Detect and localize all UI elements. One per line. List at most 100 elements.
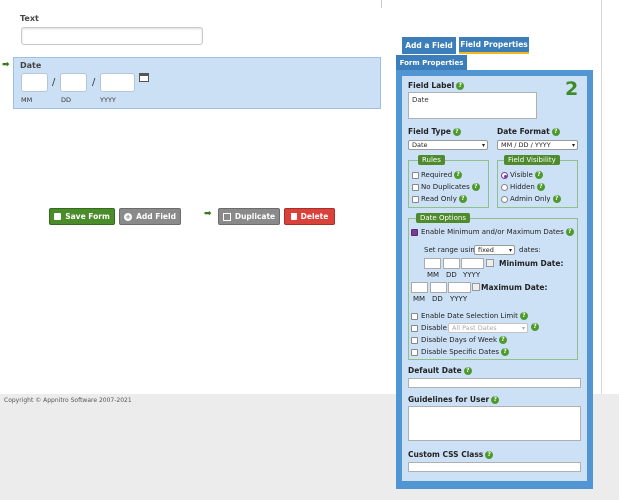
max-mm-input[interactable] xyxy=(411,282,428,293)
add-field-button[interactable]: + Add Field xyxy=(119,208,181,225)
disable-label: Disable xyxy=(421,324,447,332)
help-icon[interactable]: ? xyxy=(454,171,463,179)
enable-limit-checkbox[interactable] xyxy=(411,313,418,320)
duplicate-button[interactable]: Duplicate xyxy=(218,208,280,225)
add-field-label: Add Field xyxy=(136,212,176,221)
field-label-textarea[interactable]: Date xyxy=(408,92,537,119)
chevron-down-icon: ▾ xyxy=(508,247,512,254)
help-icon[interactable]: ? xyxy=(485,451,494,459)
plus-icon: + xyxy=(124,212,133,221)
field-type-title: Field Type? xyxy=(408,127,461,136)
selected-arrow-icon: ➡ xyxy=(2,60,10,70)
no-duplicates-checkbox[interactable] xyxy=(412,184,419,191)
date-mm-input[interactable] xyxy=(21,73,48,92)
default-date-title: Default Date? xyxy=(408,366,472,375)
disable-days-label: Disable Days of Week? xyxy=(421,336,508,344)
help-icon[interactable]: ? xyxy=(463,367,472,375)
rules-legend: Rules xyxy=(418,155,445,165)
tab-field-properties[interactable]: Field Properties xyxy=(459,37,529,54)
visible-radio[interactable] xyxy=(501,172,508,179)
enable-minmax-checkbox[interactable] xyxy=(411,229,418,236)
delete-label: Delete xyxy=(300,212,329,221)
help-icon[interactable]: ? xyxy=(531,323,539,331)
tab-form-properties[interactable]: Form Properties xyxy=(396,55,467,70)
css-class-input[interactable] xyxy=(408,462,581,472)
field-type-select[interactable]: Date ▾ xyxy=(408,140,488,150)
date-field-label: Date xyxy=(20,61,42,70)
hidden-radio[interactable] xyxy=(501,184,508,191)
max-date-label: Maximum Date: xyxy=(481,283,548,292)
read-only-label: Read Only? xyxy=(421,195,467,203)
max-dd-sublabel: DD xyxy=(432,295,443,303)
text-field-input[interactable] xyxy=(21,27,203,45)
visibility-legend: Field Visibility xyxy=(504,155,560,165)
range-suffix: dates: xyxy=(519,246,541,254)
disable-days-checkbox[interactable] xyxy=(411,337,418,344)
read-only-checkbox[interactable] xyxy=(412,196,419,203)
max-yyyy-sublabel: YYYY xyxy=(450,295,468,303)
chevron-down-icon: ▾ xyxy=(571,142,575,149)
enable-limit-label: Enable Date Selection Limit? xyxy=(421,312,528,320)
help-icon[interactable]: ? xyxy=(471,183,480,191)
help-icon[interactable]: ? xyxy=(501,348,510,356)
disable-specific-label: Disable Specific Dates? xyxy=(421,348,510,356)
guidelines-textarea[interactable] xyxy=(408,406,581,441)
enable-minmax-label: Enable Minimum and/or Maximum Dates? xyxy=(421,228,574,236)
disable-select[interactable]: All Past Dates ▾ xyxy=(448,323,528,333)
min-yyyy-input[interactable] xyxy=(461,258,484,269)
help-icon[interactable]: ? xyxy=(458,195,467,203)
calendar-icon[interactable] xyxy=(139,73,149,82)
help-icon[interactable]: ? xyxy=(552,195,561,203)
duplicate-label: Duplicate xyxy=(234,212,276,221)
date-dd-input[interactable] xyxy=(60,73,87,92)
save-form-button[interactable]: Save Form xyxy=(49,208,115,225)
date-mm-sublabel: MM xyxy=(21,96,33,104)
range-select[interactable]: fixed ▾ xyxy=(474,245,515,255)
min-date-label: Minimum Date: xyxy=(499,259,564,268)
disable-specific-checkbox[interactable] xyxy=(411,349,418,356)
default-date-input[interactable] xyxy=(408,378,581,388)
required-label: Required? xyxy=(421,171,463,179)
max-yyyy-input[interactable] xyxy=(448,282,471,293)
help-icon[interactable]: ? xyxy=(452,128,461,136)
date-slash: / xyxy=(92,77,96,88)
copyright-text: Copyright © Appnitro Software 2007-2021 xyxy=(4,397,132,404)
range-prefix: Set range using xyxy=(424,246,480,254)
help-icon[interactable]: ? xyxy=(536,183,545,191)
help-icon[interactable]: ? xyxy=(491,396,500,404)
help-icon[interactable]: ? xyxy=(456,82,465,90)
date-yyyy-input[interactable] xyxy=(100,73,135,92)
save-form-label: Save Form xyxy=(65,212,110,221)
help-icon[interactable]: ? xyxy=(519,312,528,320)
help-icon[interactable]: ? xyxy=(534,171,543,179)
delete-button[interactable]: Delete xyxy=(284,208,335,225)
help-icon[interactable]: ? xyxy=(551,128,560,136)
help-icon[interactable]: ? xyxy=(499,336,508,344)
chevron-down-icon: ▾ xyxy=(521,325,525,332)
css-class-title: Custom CSS Class? xyxy=(408,450,494,459)
help-icon[interactable]: ? xyxy=(565,228,574,236)
date-slash: / xyxy=(52,77,56,88)
tab-add-field[interactable]: Add a Field xyxy=(402,37,456,54)
min-mm-input[interactable] xyxy=(424,258,441,269)
required-checkbox[interactable] xyxy=(412,172,419,179)
text-field-label: Text xyxy=(20,14,39,23)
max-dd-input[interactable] xyxy=(430,282,447,293)
max-mm-sublabel: MM xyxy=(413,295,426,303)
date-yyyy-sublabel: YYYY xyxy=(100,96,116,104)
hidden-label: Hidden? xyxy=(510,183,545,191)
min-dd-input[interactable] xyxy=(443,258,460,269)
date-format-select[interactable]: MM / DD / YYYY ▾ xyxy=(497,140,578,150)
visible-label: Visible? xyxy=(510,171,543,179)
date-format-title: Date Format? xyxy=(497,127,560,136)
min-dd-sublabel: DD xyxy=(446,271,457,279)
date-dd-sublabel: DD xyxy=(61,96,72,104)
admin-only-radio[interactable] xyxy=(501,196,508,203)
calendar-icon[interactable] xyxy=(472,283,480,291)
duplicate-icon xyxy=(222,212,231,221)
disable-checkbox[interactable] xyxy=(411,325,418,332)
divider xyxy=(381,0,382,8)
min-yyyy-sublabel: YYYY xyxy=(463,271,481,279)
calendar-icon[interactable] xyxy=(486,259,494,267)
no-duplicates-label: No Duplicates? xyxy=(421,183,480,191)
